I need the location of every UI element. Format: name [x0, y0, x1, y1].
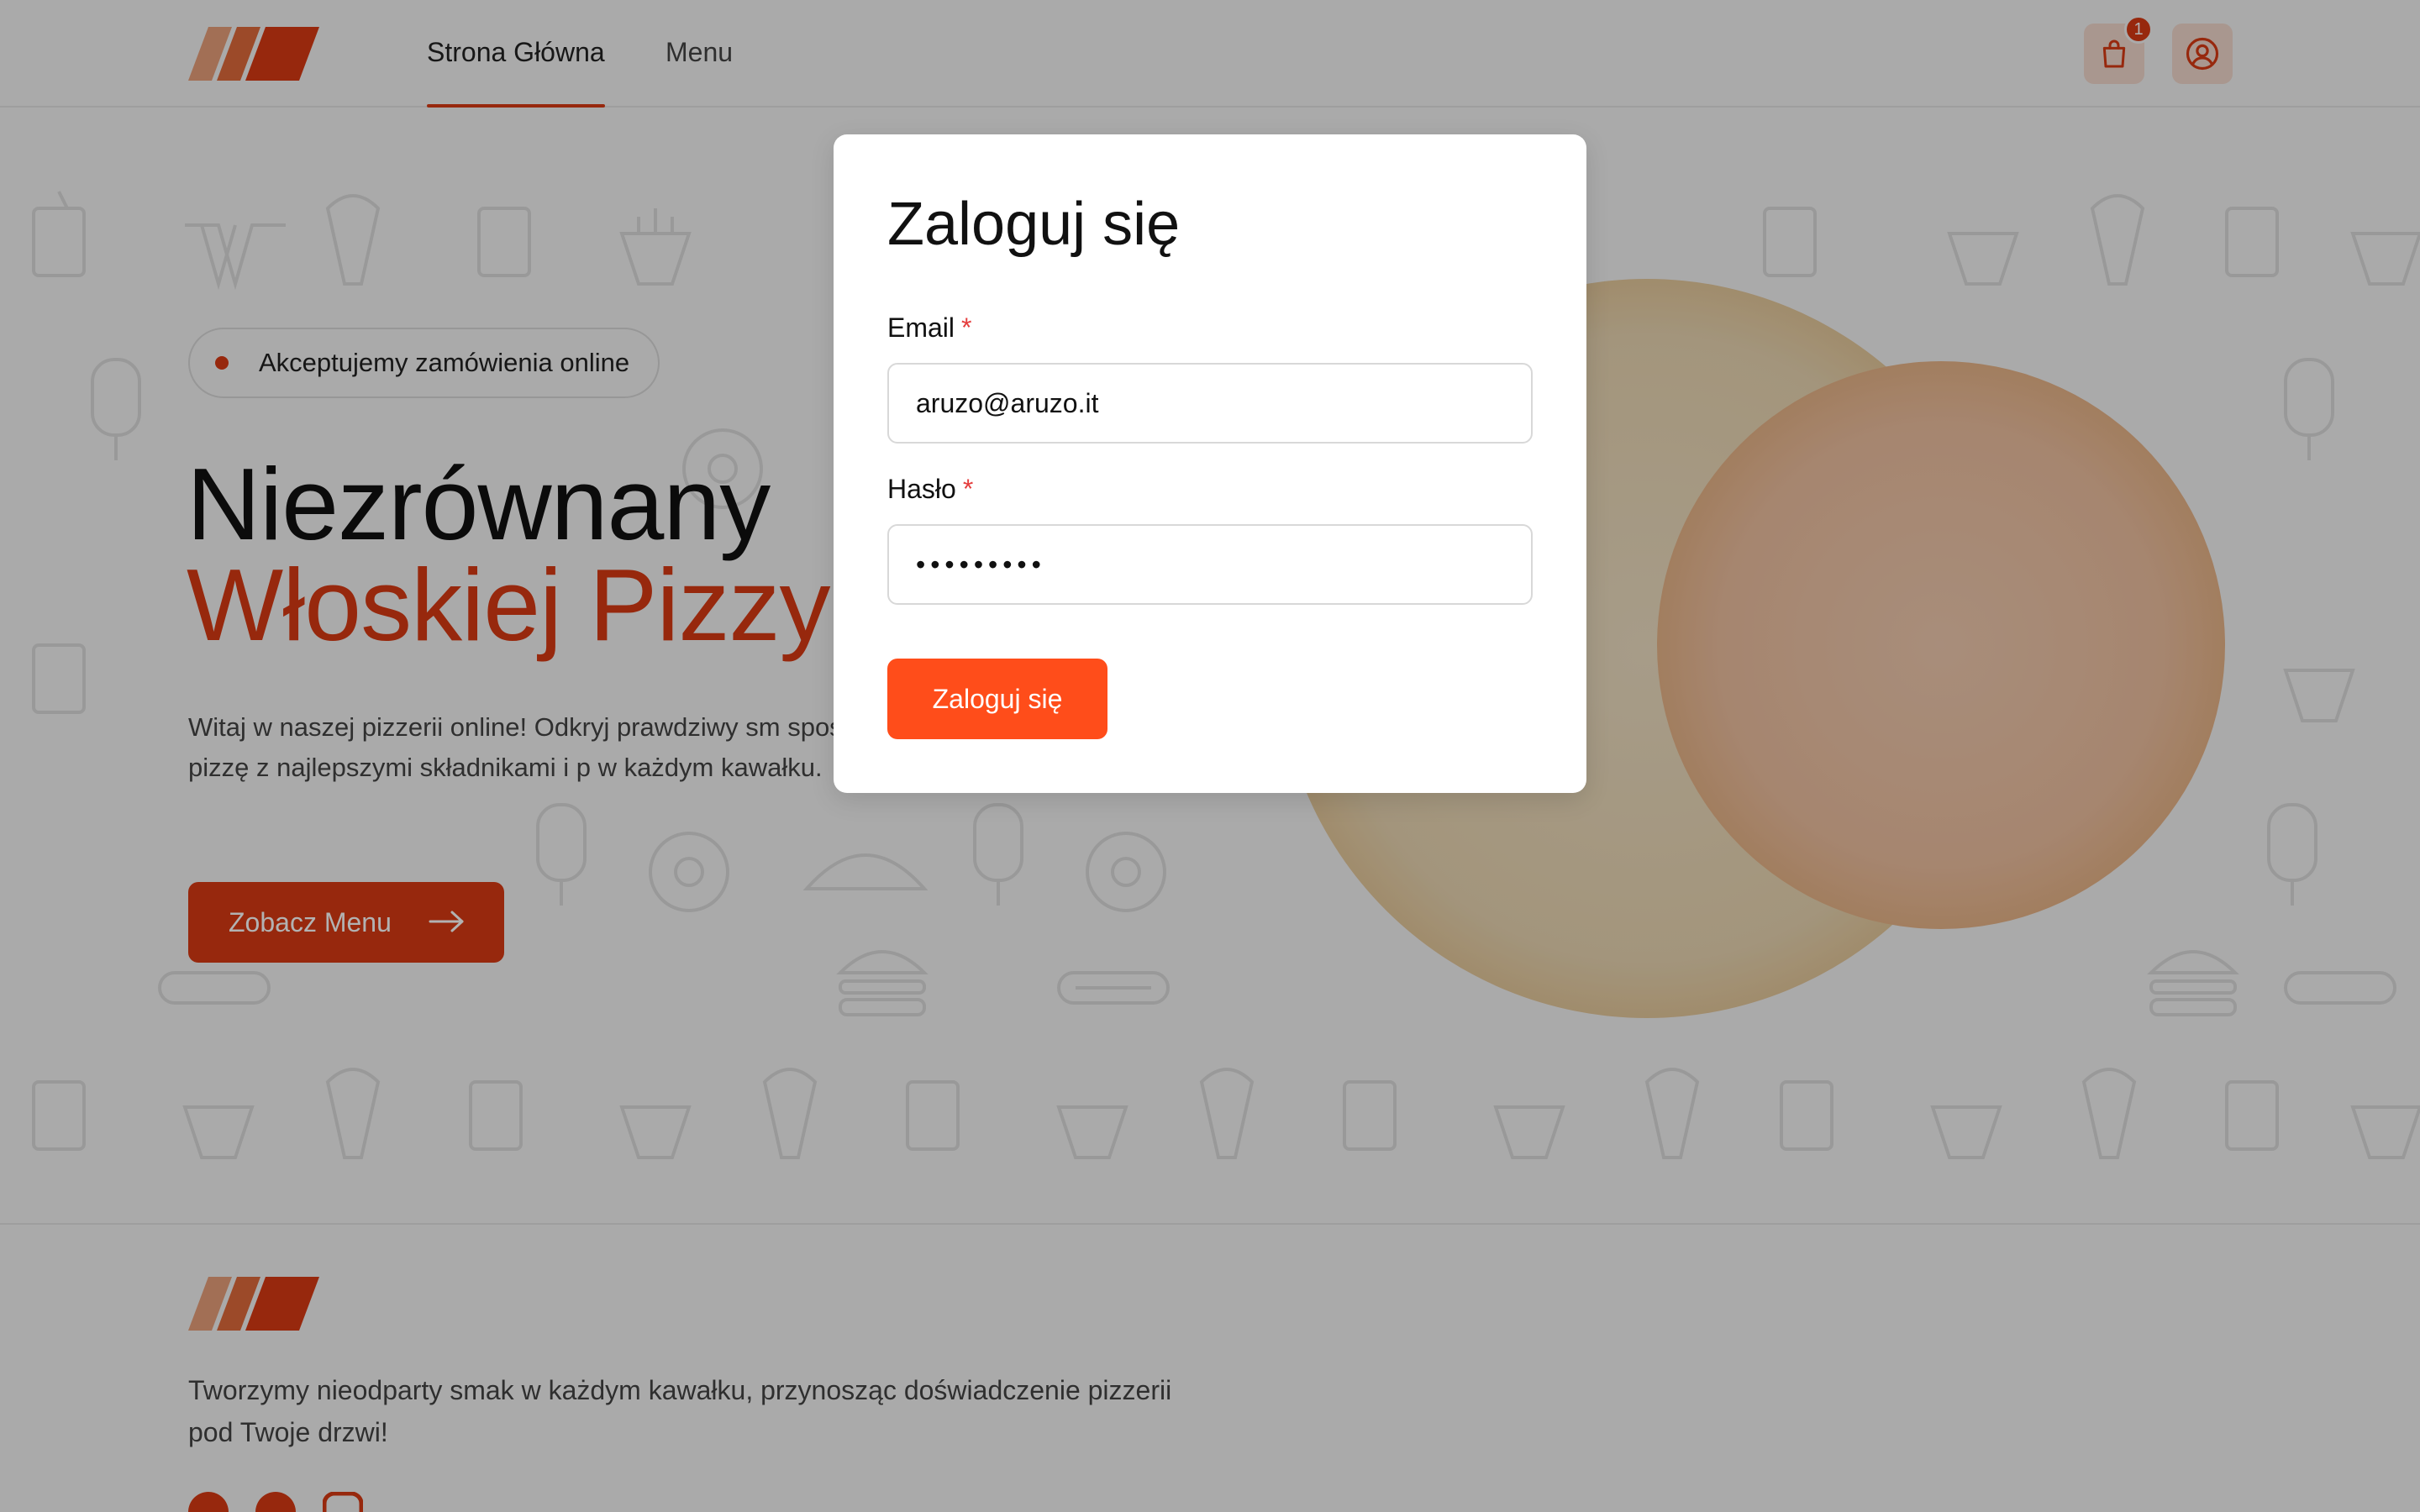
- page: Strona Główna Menu 1 Akceptujemy zamówie…: [0, 0, 2420, 1512]
- password-label-text: Hasło: [887, 474, 956, 504]
- email-label: Email *: [887, 312, 971, 344]
- login-submit-button[interactable]: Zaloguj się: [887, 659, 1107, 739]
- password-field[interactable]: [887, 524, 1533, 605]
- login-modal: Zaloguj się Email* Hasło* Zaloguj się: [834, 134, 1586, 793]
- required-mark: *: [961, 312, 972, 343]
- email-label-text: Email: [887, 312, 955, 343]
- email-field[interactable]: [887, 363, 1533, 444]
- password-label: Hasło *: [887, 474, 973, 505]
- login-title: Zaloguj się: [887, 191, 1181, 258]
- required-mark: *: [962, 474, 974, 504]
